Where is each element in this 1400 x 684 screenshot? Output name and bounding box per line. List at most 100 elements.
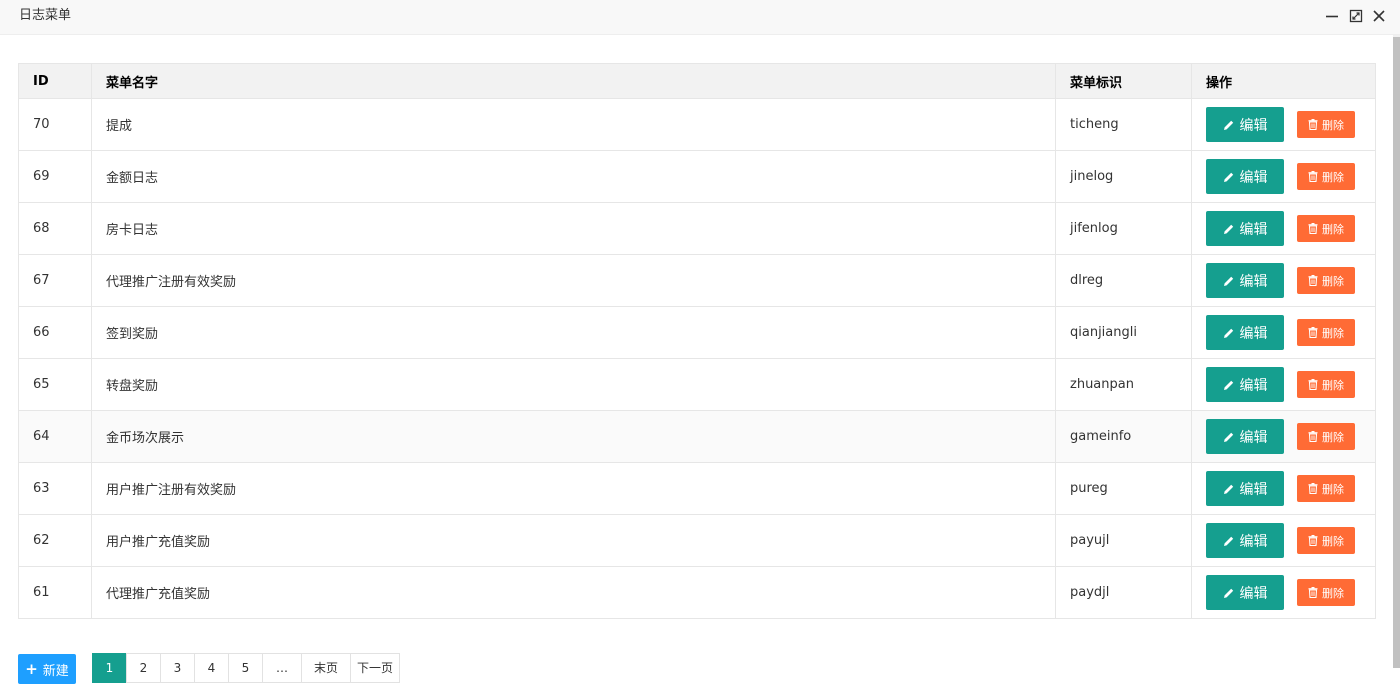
close-icon[interactable] [1372, 9, 1386, 23]
cell-menu-tag: dlreg [1055, 254, 1192, 307]
cell-menu-name: 房卡日志 [91, 202, 1056, 255]
header-menu-name: 菜单名字 [91, 63, 1056, 99]
cell-actions: 编辑 删除 [1191, 514, 1376, 567]
edit-button[interactable]: 编辑 [1206, 367, 1284, 402]
pencil-icon [1223, 379, 1240, 391]
cell-menu-name: 用户推广注册有效奖励 [91, 462, 1056, 515]
delete-button-label: 删除 [1322, 586, 1344, 600]
page-5[interactable]: 5 [228, 653, 263, 683]
cell-actions: 编辑 删除 [1191, 410, 1376, 463]
delete-button[interactable]: 删除 [1297, 267, 1355, 294]
cell-actions: 编辑 删除 [1191, 254, 1376, 307]
edit-button-label: 编辑 [1239, 481, 1268, 498]
delete-button-label: 删除 [1322, 482, 1344, 496]
table-row: 64 金币场次展示 gameinfo 编辑 删除 [18, 410, 1376, 463]
cell-menu-name: 提成 [91, 98, 1056, 151]
edit-button[interactable]: 编辑 [1206, 575, 1284, 610]
page-2[interactable]: 2 [126, 653, 161, 683]
delete-button[interactable]: 删除 [1297, 579, 1355, 606]
page-1[interactable]: 1 [92, 653, 127, 683]
table-header-row: ID 菜单名字 菜单标识 操作 [18, 63, 1376, 99]
edit-button[interactable]: 编辑 [1206, 211, 1284, 246]
delete-button[interactable]: 删除 [1297, 319, 1355, 346]
cell-menu-name: 代理推广充值奖励 [91, 566, 1056, 619]
cell-actions: 编辑 删除 [1191, 566, 1376, 619]
vertical-scrollbar[interactable] [1393, 35, 1400, 668]
trash-icon [1308, 431, 1322, 442]
delete-button-label: 删除 [1322, 118, 1344, 132]
page-ellipsis: … [262, 653, 302, 683]
table-row: 67 代理推广注册有效奖励 dlreg 编辑 删除 [18, 254, 1376, 307]
edit-button[interactable]: 编辑 [1206, 471, 1284, 506]
cell-menu-tag: jifenlog [1055, 202, 1192, 255]
table-row: 68 房卡日志 jifenlog 编辑 删除 [18, 202, 1376, 255]
new-button[interactable]: + 新建 [18, 654, 76, 684]
cell-id: 62 [18, 514, 92, 567]
pencil-icon [1223, 483, 1240, 495]
menu-table: ID 菜单名字 菜单标识 操作 70 提成 ticheng 编辑 删除 69 金额日志 jin… [18, 63, 1376, 619]
edit-button[interactable]: 编辑 [1206, 315, 1284, 350]
edit-button-label: 编辑 [1239, 221, 1268, 238]
pencil-icon [1223, 171, 1240, 183]
delete-button-label: 删除 [1322, 430, 1344, 444]
cell-id: 64 [18, 410, 92, 463]
cell-id: 70 [18, 98, 92, 151]
next-page-button[interactable]: 下一页 [350, 653, 400, 683]
window-titlebar: 日志菜单 [0, 0, 1400, 35]
pencil-icon [1223, 535, 1240, 547]
delete-button[interactable]: 删除 [1297, 475, 1355, 502]
cell-menu-name: 金额日志 [91, 150, 1056, 203]
edit-button[interactable]: 编辑 [1206, 523, 1284, 558]
delete-button-label: 删除 [1322, 170, 1344, 184]
delete-button[interactable]: 删除 [1297, 111, 1355, 138]
edit-button[interactable]: 编辑 [1206, 419, 1284, 454]
edit-button[interactable]: 编辑 [1206, 263, 1284, 298]
trash-icon [1308, 119, 1322, 130]
cell-actions: 编辑 删除 [1191, 358, 1376, 411]
cell-actions: 编辑 删除 [1191, 98, 1376, 151]
scrollbar-thumb[interactable] [1393, 37, 1400, 668]
page-3[interactable]: 3 [160, 653, 195, 683]
delete-button[interactable]: 删除 [1297, 163, 1355, 190]
pencil-icon [1223, 431, 1240, 443]
edit-button-label: 编辑 [1239, 273, 1268, 290]
page-4[interactable]: 4 [194, 653, 229, 683]
edit-button-label: 编辑 [1239, 429, 1268, 446]
new-button-label: 新建 [42, 663, 69, 679]
cell-id: 65 [18, 358, 92, 411]
trash-icon [1308, 483, 1322, 494]
header-id: ID [18, 63, 92, 99]
delete-button[interactable]: 删除 [1297, 527, 1355, 554]
minimize-icon[interactable] [1325, 9, 1339, 23]
cell-menu-tag: paydjl [1055, 566, 1192, 619]
trash-icon [1308, 535, 1322, 546]
delete-button[interactable]: 删除 [1297, 371, 1355, 398]
edit-button-label: 编辑 [1239, 325, 1268, 342]
table-row: 63 用户推广注册有效奖励 pureg 编辑 删除 [18, 462, 1376, 515]
table-row: 62 用户推广充值奖励 payujl 编辑 删除 [18, 514, 1376, 567]
delete-button[interactable]: 删除 [1297, 215, 1355, 242]
pencil-icon [1223, 327, 1240, 339]
cell-id: 68 [18, 202, 92, 255]
cell-menu-tag: qianjiangli [1055, 306, 1192, 359]
cell-menu-name: 代理推广注册有效奖励 [91, 254, 1056, 307]
cell-menu-tag: payujl [1055, 514, 1192, 567]
cell-menu-tag: gameinfo [1055, 410, 1192, 463]
edit-button-label: 编辑 [1239, 585, 1268, 602]
cell-menu-name: 签到奖励 [91, 306, 1056, 359]
edit-button-label: 编辑 [1239, 169, 1268, 186]
delete-button-label: 删除 [1322, 274, 1344, 288]
edit-button[interactable]: 编辑 [1206, 159, 1284, 194]
last-page-button[interactable]: 末页 [301, 653, 351, 683]
edit-button[interactable]: 编辑 [1206, 107, 1284, 142]
maximize-icon[interactable] [1349, 9, 1363, 23]
edit-button-label: 编辑 [1239, 117, 1268, 134]
table-row: 61 代理推广充值奖励 paydjl 编辑 删除 [18, 566, 1376, 619]
pencil-icon [1223, 587, 1240, 599]
cell-id: 63 [18, 462, 92, 515]
delete-button[interactable]: 删除 [1297, 423, 1355, 450]
header-actions: 操作 [1191, 63, 1376, 99]
delete-button-label: 删除 [1322, 222, 1344, 236]
delete-button-label: 删除 [1322, 378, 1344, 392]
cell-menu-name: 金币场次展示 [91, 410, 1056, 463]
